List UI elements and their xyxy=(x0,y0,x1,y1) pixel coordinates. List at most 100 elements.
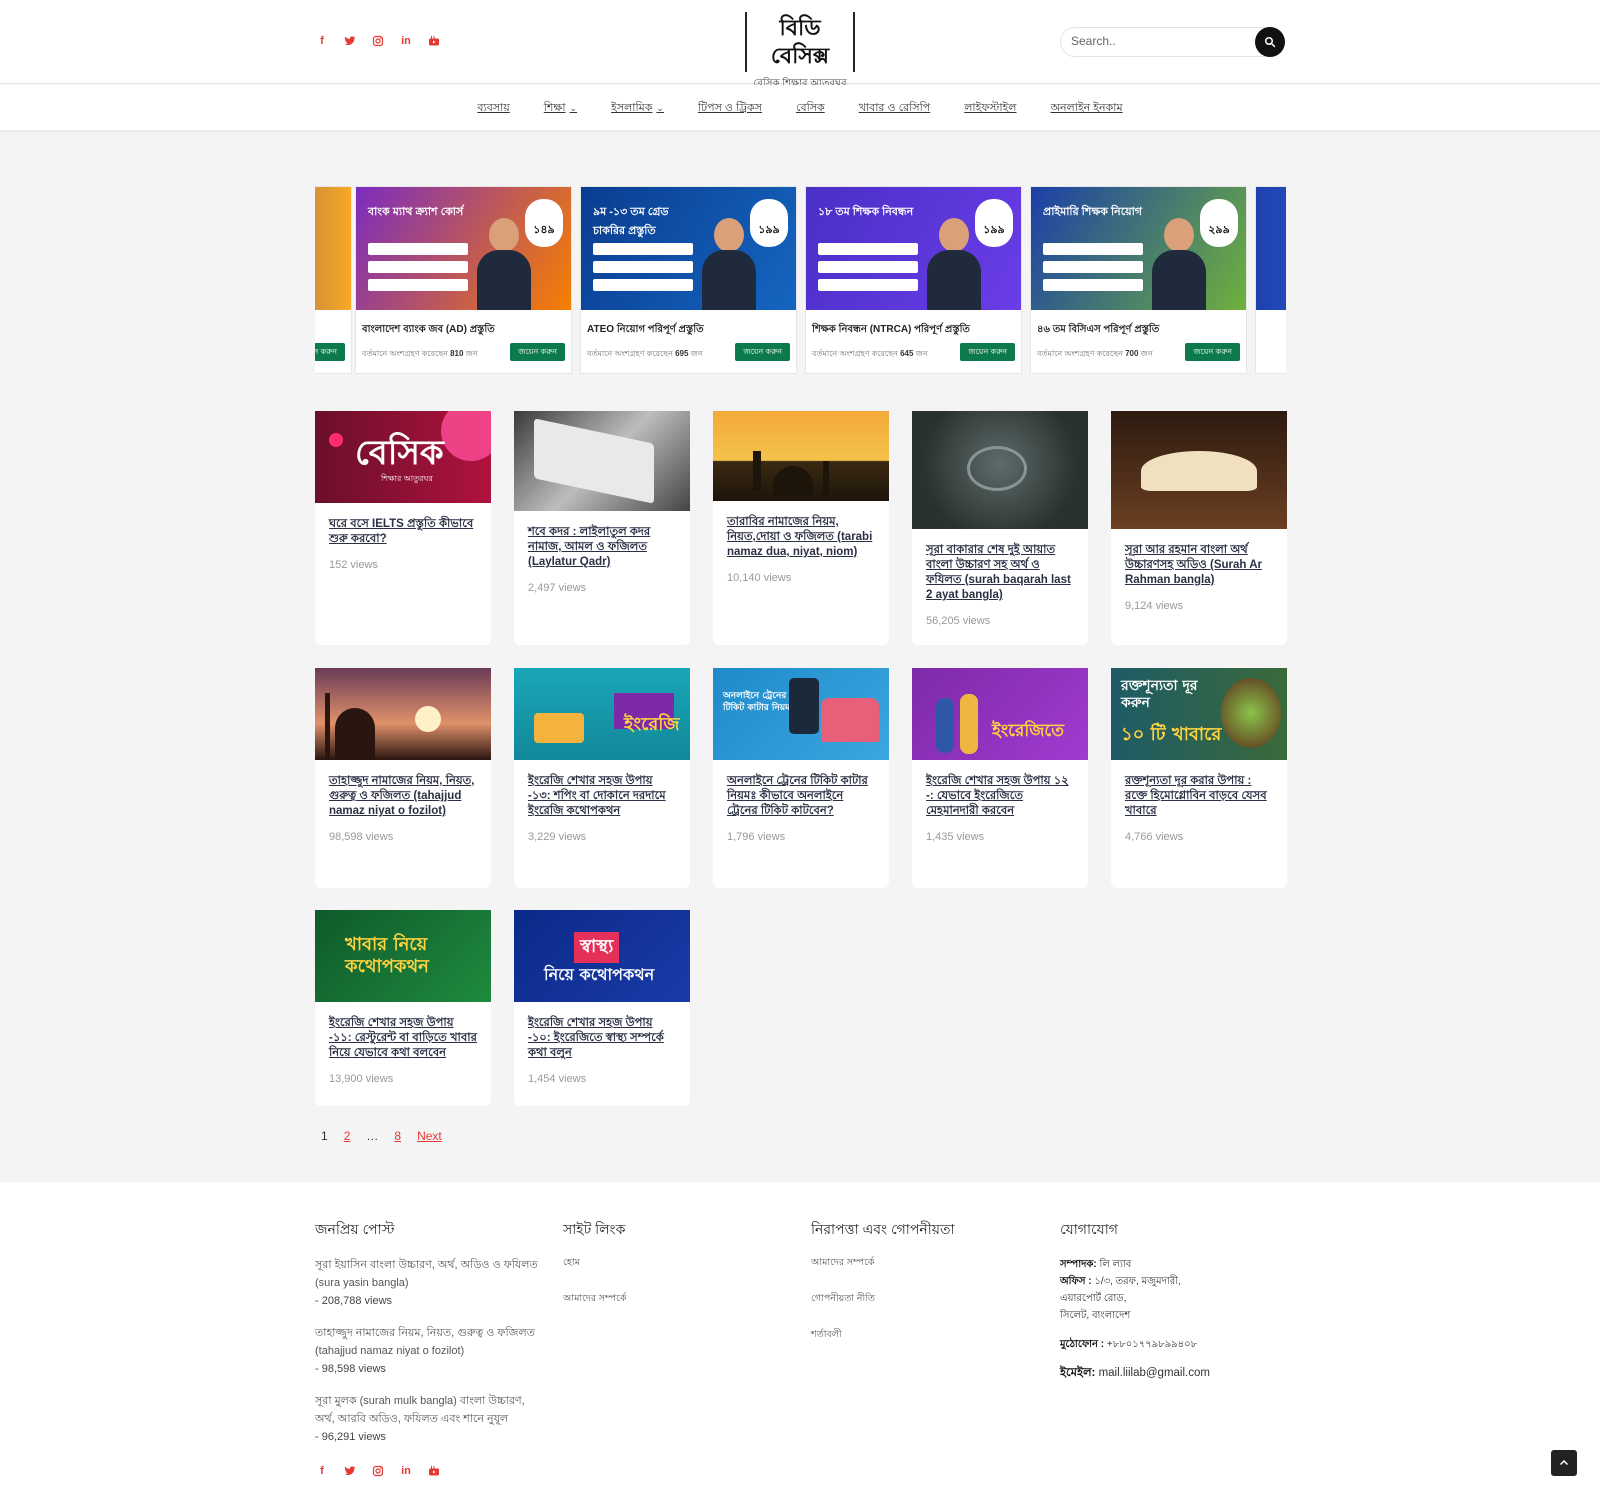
join-button[interactable]: জয়েন করুন xyxy=(315,343,345,361)
footer-contact: যোগাযোগ সম্পাদক: লি ল্যাব অফিস : ১/৩, তর… xyxy=(1060,1218,1290,1382)
course-card[interactable]: বাংক ম্যাথ ক্র্যাশ কোর্স ১৪৯ বাংলাদেশ ব্যা… xyxy=(355,186,572,374)
post-title[interactable]: ইংরেজি শেখার সহজ উপায় ১২ -: যেভাবে ইংরে… xyxy=(912,760,1088,819)
join-button[interactable]: জয়েন করুন xyxy=(735,343,790,361)
post-thumbnail[interactable] xyxy=(514,411,690,511)
post-card[interactable]: স্বাস্থ্য নিয়ে কথোপকথন ইংরেজি শেখার সহজ উ… xyxy=(514,910,690,1106)
join-button[interactable]: জয়েন করুন xyxy=(510,343,565,361)
footer-link-home[interactable]: হোম xyxy=(563,1256,763,1271)
post-views: 9,124 views xyxy=(1125,600,1184,612)
post-views: 56,205 views xyxy=(926,615,991,627)
post-title[interactable]: তারাবির নামাজের নিয়ম, নিয়ত,দোয়া ও ফজি… xyxy=(713,501,889,560)
post-thumbnail[interactable] xyxy=(912,411,1088,529)
twitter-icon[interactable] xyxy=(343,34,357,48)
post-card[interactable]: শবে কদর : লাইলাতুল কদর নামাজ, আমল ও ফজিল… xyxy=(514,411,690,645)
nav-item[interactable]: লাইফস্টাইল xyxy=(964,99,1016,118)
enrolled-count: বর্তমানে অংশগ্রহণ করেছেন 700 জন xyxy=(1037,349,1153,358)
contact-office-line2: এয়ারপোর্ট রোড, xyxy=(1060,1293,1127,1304)
post-thumbnail[interactable]: ইংরেজিতে xyxy=(912,668,1088,760)
post-thumbnail[interactable]: স্বাস্থ্য নিয়ে কথোপকথন xyxy=(514,910,690,1002)
nav-item[interactable]: ব্যবসায় xyxy=(477,99,509,118)
footer-link-privacy-policy[interactable]: গোপনীয়তা নীতি xyxy=(811,1292,1031,1307)
post-views: 3,229 views xyxy=(528,831,587,843)
course-card[interactable]: ৯ম -১৩ তম গ্রেড চাকরির প্রস্তুতি ১৯৯ ATEO … xyxy=(580,186,797,374)
post-title[interactable]: ইংরেজি শেখার সহজ উপায় -১০: ইংরেজিতে স্ব… xyxy=(514,1002,690,1061)
price-badge: ১৪৯ xyxy=(525,199,563,247)
linkedin-icon[interactable]: in xyxy=(399,1464,413,1478)
post-title[interactable]: ইংরেজি শেখার সহজ উপায় -১৩: শপিং বা দোকা… xyxy=(514,760,690,819)
course-title[interactable]: ৪৬ তম বিসিএস পরিপূর্ণ প্রস্তুতি xyxy=(1031,310,1246,340)
search-input[interactable] xyxy=(1071,34,1241,48)
popular-post[interactable]: সূরা মুলক (surah mulk bangla) বাংলা উচ্চ… xyxy=(315,1392,540,1446)
course-card[interactable]: ১৮ তম শিক্ষক নিবন্ধন ১৯৯ শিক্ষক নিবন্ধন (N… xyxy=(805,186,1022,374)
facebook-icon[interactable]: f xyxy=(315,34,329,48)
post-card[interactable]: অনলাইনে ট্রেনের টিকিট কাটার নিয়ম অনলাইনে… xyxy=(713,668,889,888)
post-thumbnail[interactable]: বেসিক শিক্ষার আতুরঘর xyxy=(315,411,491,503)
youtube-icon[interactable] xyxy=(427,34,441,48)
page-link-2[interactable]: 2 xyxy=(344,1129,351,1143)
nav-item[interactable]: বেসিক xyxy=(796,99,825,118)
post-thumbnail[interactable] xyxy=(1111,411,1287,529)
nav-item[interactable]: খাবার ও রেসিপি xyxy=(859,99,931,118)
footer-heading: যোগাযোগ xyxy=(1060,1221,1118,1237)
post-thumbnail[interactable]: রক্তশূন্যতা দূর করুন ১০ টি খাবারে xyxy=(1111,668,1287,760)
post-card[interactable]: রক্তশূন্যতা দূর করুন ১০ টি খাবারে রক্তশূন্… xyxy=(1111,668,1287,888)
course-card-partial-left[interactable]: জয়েন করুন xyxy=(315,186,352,374)
course-thumbnail xyxy=(1256,187,1286,310)
post-title[interactable]: রক্তশূন্যতা দূর করার উপায় : রক্তে হিমোগ… xyxy=(1111,760,1287,819)
course-thumb-title: বাংক ম্যাথ ক্র্যাশ কোর্স xyxy=(368,206,464,218)
page-link-8[interactable]: 8 xyxy=(394,1129,401,1143)
back-to-top-button[interactable] xyxy=(1551,1450,1577,1476)
page-next[interactable]: Next xyxy=(417,1129,442,1143)
nav-item[interactable]: ইসলামিক ⌄ xyxy=(611,99,664,118)
course-title[interactable]: বাংলাদেশ ব্যাংক জব (AD) প্রস্তুতি xyxy=(356,310,571,340)
facebook-icon[interactable]: f xyxy=(315,1464,329,1478)
page-current: 1 xyxy=(321,1129,328,1143)
search-button[interactable] xyxy=(1255,27,1285,57)
popular-post[interactable]: তাহাজ্জুদ নামাজের নিয়ম, নিয়ত, গুরুত্ব … xyxy=(315,1324,540,1378)
popular-post[interactable]: সূরা ইয়াসিন বাংলা উচ্চারণ, অর্থ, অডিও ও… xyxy=(315,1256,540,1310)
post-card[interactable]: সূরা বাকারার শেষ দুই আয়াত বাংলা উচ্চারণ… xyxy=(912,411,1088,645)
footer-link-about[interactable]: আমাদের সম্পর্কে xyxy=(563,1292,763,1307)
post-card[interactable]: ইংরেজিতে ইংরেজি শেখার সহজ উপায় ১২ -: যেভ… xyxy=(912,668,1088,888)
post-card[interactable]: তাহাজ্জুদ নামাজের নিয়ম, নিয়ত, গুরুত্ব … xyxy=(315,668,491,888)
join-button[interactable]: জয়েন করুন xyxy=(1185,343,1240,361)
join-button[interactable]: জয়েন করুন xyxy=(960,343,1015,361)
post-thumbnail[interactable] xyxy=(315,668,491,760)
post-card[interactable]: বেসিক শিক্ষার আতুরঘর ঘরে বসে IELTS প্রস্তু… xyxy=(315,411,491,645)
course-title[interactable]: ATEO নিয়োগ পরিপূর্ণ প্রস্তুতি xyxy=(581,310,796,340)
post-thumbnail[interactable] xyxy=(713,411,889,501)
post-title[interactable]: ইংরেজি শেখার সহজ উপায় -১১: রেস্টুরেন্ট … xyxy=(315,1002,491,1061)
course-card[interactable]: প্রাইমারি শিক্ষক নিয়োগ ২৯৯ ৪৬ তম বিসিএস প… xyxy=(1030,186,1247,374)
post-title[interactable]: অনলাইনে ট্রেনের টিকিট কাটার নিয়মঃ কীভাব… xyxy=(713,760,889,819)
footer-link-about-us[interactable]: আমাদের সম্পর্কে xyxy=(811,1256,1031,1271)
youtube-icon[interactable] xyxy=(427,1464,441,1478)
post-card[interactable]: তারাবির নামাজের নিয়ম, নিয়ত,দোয়া ও ফজি… xyxy=(713,411,889,645)
post-card[interactable]: সূরা আর রহমান বাংলা অর্থ উচ্চারণসহ অডিও … xyxy=(1111,411,1287,645)
site-logo[interactable]: বিডি বেসিক্স বেসিক শিক্ষার আতুরঘর xyxy=(745,12,855,93)
post-thumbnail[interactable]: খাবার নিয়ে কথোপকথন xyxy=(315,910,491,1002)
nav-item[interactable]: টিপস ও ট্রিকস xyxy=(698,99,762,118)
linkedin-icon[interactable]: in xyxy=(399,34,413,48)
post-title[interactable]: সূরা আর রহমান বাংলা অর্থ উচ্চারণসহ অডিও … xyxy=(1111,529,1287,588)
post-card[interactable]: ইংরেজি ইংরেজি শেখার সহজ উপায় -১৩: শপিং ব… xyxy=(514,668,690,888)
contact-phone: মুঠোফোন : +৮৮০১৭৭৯৮৯৯৪০৮ xyxy=(1060,1339,1198,1350)
nav-item[interactable]: অনলাইন ইনকাম xyxy=(1050,99,1122,118)
post-thumbnail[interactable]: ইংরেজি xyxy=(514,668,690,760)
post-views: 152 views xyxy=(329,559,378,571)
instagram-icon[interactable] xyxy=(371,34,385,48)
course-thumb-title: ৯ম -১৩ তম গ্রেড চাকরির প্রস্তুতি xyxy=(593,206,669,237)
instagram-icon[interactable] xyxy=(371,1464,385,1478)
post-views: 13,900 views xyxy=(329,1073,394,1085)
post-title[interactable]: তাহাজ্জুদ নামাজের নিয়ম, নিয়ত, গুরুত্ব … xyxy=(315,760,491,819)
post-title[interactable]: সূরা বাকারার শেষ দুই আয়াত বাংলা উচ্চারণ… xyxy=(912,529,1088,603)
chevron-down-icon: ⌄ xyxy=(569,103,578,113)
course-title[interactable]: শিক্ষক নিবন্ধন (NTRCA) পরিপূর্ণ প্রস্তুত… xyxy=(806,310,1021,340)
post-title[interactable]: ঘরে বসে IELTS প্রস্তুতি কীভাবে শুরু করবো… xyxy=(315,503,491,547)
post-thumbnail[interactable]: অনলাইনে ট্রেনের টিকিট কাটার নিয়ম xyxy=(713,668,889,760)
nav-item[interactable]: শিক্ষা ⌄ xyxy=(544,99,577,118)
twitter-icon[interactable] xyxy=(343,1464,357,1478)
footer-link-terms[interactable]: শর্তাবলী xyxy=(811,1328,1031,1343)
course-card-partial-right[interactable] xyxy=(1255,186,1286,374)
post-title[interactable]: শবে কদর : লাইলাতুল কদর নামাজ, আমল ও ফজিল… xyxy=(514,511,690,570)
post-card[interactable]: খাবার নিয়ে কথোপকথন ইংরেজি শেখার সহজ উপায… xyxy=(315,910,491,1106)
